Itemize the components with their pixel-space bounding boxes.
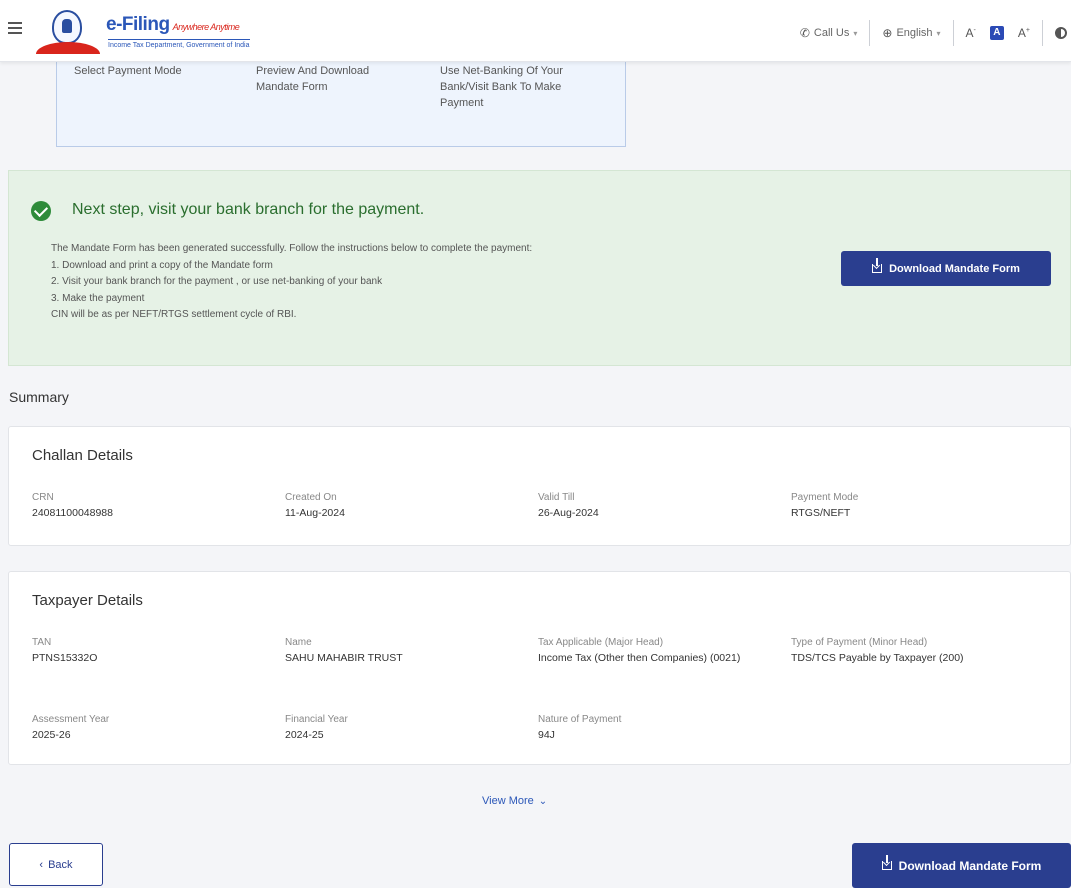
chevron-down-icon: ▾ [936,28,941,38]
language-label: English [896,27,933,39]
success-instructions: The Mandate Form has been generated succ… [51,241,532,324]
font-decrease-button[interactable]: A- [966,26,976,40]
field-assessment-year: Assessment Year 2025-26 [32,714,109,742]
field-value: RTGS/NEFT [791,507,851,519]
payment-steps-box: Select Payment Mode Preview And Download… [56,48,626,147]
download-icon [881,855,892,870]
taxpayer-details-card: Taxpayer Details TAN PTNS15332O Name SAH… [8,571,1071,765]
font-increase-button[interactable]: A+ [1018,26,1030,40]
field-crn: CRN 24081100048988 [32,492,113,520]
emblem-icon [52,10,82,44]
challan-details-title: Challan Details [32,447,133,464]
contrast-icon [1055,27,1067,39]
field-value: 26-Aug-2024 [538,507,599,519]
back-button[interactable]: ‹ Back [9,843,103,886]
field-value: SAHU MAHABIR TRUST [285,652,403,664]
field-nature-of-payment: Nature of Payment 94J [538,714,621,742]
field-label: Payment Mode [791,492,859,503]
step-preview-download: Preview And Download Mandate Form [256,65,370,93]
field-tax-applicable: Tax Applicable (Major Head) Income Tax (… [538,637,773,665]
field-type-of-payment: Type of Payment (Minor Head) TDS/TCS Pay… [791,637,1051,665]
download-icon [872,258,883,273]
view-more-label: View More [482,795,534,807]
download-button-label: Download Mandate Form [898,858,1042,873]
language-dropdown[interactable]: ⊕ English ▾ [870,26,952,40]
instruction-line: CIN will be as per NEFT/RTGS settlement … [51,309,297,320]
field-payment-mode: Payment Mode RTGS/NEFT [791,492,858,520]
call-us-label: Call Us [813,27,850,39]
instruction-line: 1. Download and print a copy of the Mand… [51,259,273,271]
view-more-link[interactable]: View More ⌄ [482,795,547,807]
field-label: TAN [32,637,52,648]
challan-details-card: Challan Details CRN 24081100048988 Creat… [8,426,1071,546]
field-label: Name [285,637,312,648]
phone-icon: ✆ [799,26,810,40]
logo-subtitle: Income Tax Department, Government of Ind… [108,39,250,49]
chevron-down-icon: ▾ [853,28,858,38]
field-label: CRN [32,492,54,503]
field-created-on: Created On 11-Aug-2024 [285,492,345,520]
field-valid-till: Valid Till 26-Aug-2024 [538,492,599,520]
field-value: 11-Aug-2024 [285,507,345,519]
back-label: Back [48,858,73,871]
font-size-controls: A- A A+ [954,26,1042,40]
step-net-banking: Use Net-Banking Of Your Bank/Visit Bank … [440,65,563,109]
field-value: PTNS15332O [32,652,98,664]
field-financial-year: Financial Year 2024-25 [285,714,348,742]
check-circle-icon [31,201,51,221]
field-label: Nature of Payment [538,714,622,725]
header-tools: ✆ Call Us ▾ ⊕ English ▾ A- A A+ [788,20,1071,46]
field-tan: TAN PTNS15332O [32,637,97,665]
taxpayer-details-title: Taxpayer Details [32,592,143,609]
logo-title: e-Filing Anywhere Anytime [106,14,240,35]
field-label: Assessment Year [32,714,110,725]
contrast-toggle[interactable] [1043,27,1071,39]
chevron-left-icon: ‹ [39,858,44,871]
success-panel: Next step, visit your bank branch for th… [8,170,1071,366]
field-value: TDS/TCS Payable by Taxpayer (200) [791,652,964,664]
hamburger-menu-icon[interactable] [8,22,22,34]
instruction-line: The Mandate Form has been generated succ… [51,243,533,254]
font-default-button[interactable]: A [989,26,1004,40]
download-mandate-form-button-bottom[interactable]: Download Mandate Form [852,843,1071,888]
field-label: Valid Till [538,492,575,503]
field-value: 2024-25 [285,729,324,741]
logo-swoosh [36,42,100,54]
field-label: Financial Year [285,714,348,725]
field-label: Tax Applicable (Major Head) [538,637,664,648]
instruction-line: 2. Visit your bank branch for the paymen… [51,276,383,287]
summary-heading: Summary [9,389,69,405]
field-value: 94J [538,729,555,741]
field-name: Name SAHU MAHABIR TRUST [285,637,403,665]
call-us-dropdown[interactable]: ✆ Call Us ▾ [788,26,870,40]
field-label: Created On [285,492,337,503]
top-header: e-Filing Anywhere Anytime Income Tax Depa… [0,0,1071,62]
download-button-label: Download Mandate Form [889,262,1020,275]
step-select-payment-mode: Select Payment Mode [74,65,182,77]
logo-tagline: Anywhere Anytime [172,22,240,32]
field-value: 2025-26 [32,729,71,741]
efiling-logo[interactable]: e-Filing Anywhere Anytime Income Tax Depa… [34,8,274,56]
success-title: Next step, visit your bank branch for th… [72,201,425,218]
globe-icon: ⊕ [882,26,893,40]
download-mandate-form-button[interactable]: Download Mandate Form [841,251,1051,286]
field-value: Income Tax (Other then Companies) (0021) [538,652,741,664]
field-label: Type of Payment (Minor Head) [791,637,928,648]
instruction-line: 3. Make the payment [51,292,145,304]
field-value: 24081100048988 [32,507,113,519]
chevron-down-icon: ⌄ [538,795,548,807]
